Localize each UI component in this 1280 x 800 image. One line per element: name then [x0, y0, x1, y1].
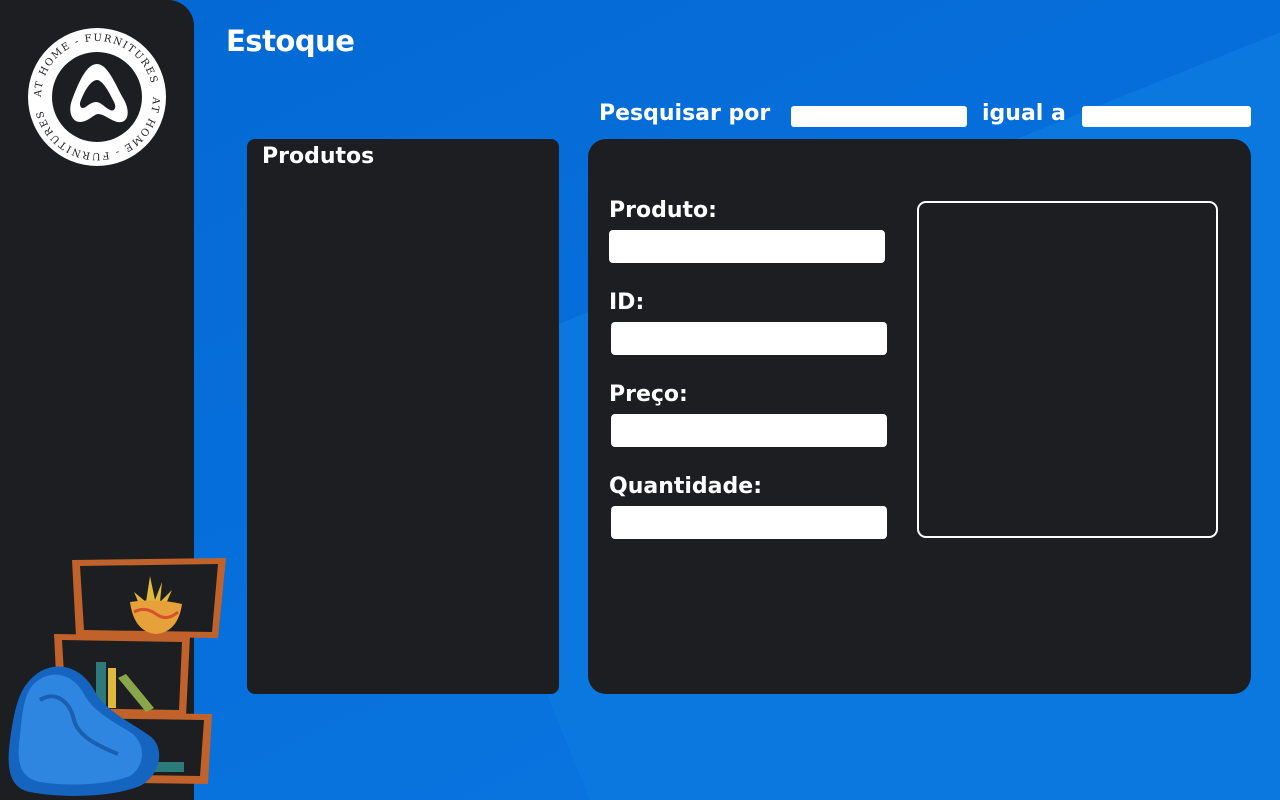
search-query-input[interactable]	[1082, 106, 1251, 127]
product-label: Produto:	[609, 198, 717, 223]
page-title: Estoque	[226, 24, 355, 58]
products-list-panel[interactable]: Produtos	[247, 139, 559, 694]
search-field-input[interactable]	[791, 106, 967, 127]
price-input[interactable]	[611, 414, 887, 447]
product-image-frame[interactable]	[917, 201, 1218, 538]
search-equal-label: igual a	[982, 101, 1066, 126]
logo-graphic: AT HOME - FURNITURES AT HOME - FURNITURE…	[31, 31, 163, 163]
product-id-input[interactable]	[611, 322, 887, 355]
search-by-label: Pesquisar por	[599, 101, 771, 126]
product-detail-panel: Produto: ID: Preço: Quantidade:	[588, 139, 1251, 694]
shelf-and-beanbag-illustration	[8, 558, 226, 796]
sidebar: AT HOME - FURNITURES AT HOME - FURNITURE…	[0, 0, 226, 800]
quantity-label: Quantidade:	[609, 474, 762, 499]
id-label: ID:	[609, 290, 645, 315]
products-title: Produtos	[262, 144, 375, 169]
price-label: Preço:	[609, 382, 688, 407]
quantity-input[interactable]	[611, 506, 887, 539]
brand-logo-icon: AT HOME - FURNITURES AT HOME - FURNITURE…	[28, 28, 166, 166]
product-name-input[interactable]	[609, 230, 885, 263]
